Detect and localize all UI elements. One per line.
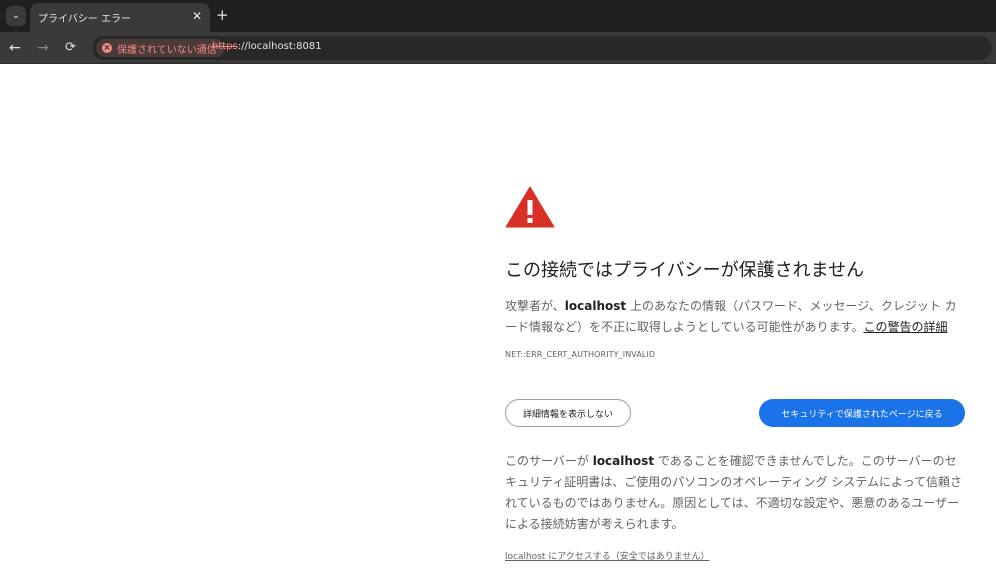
tab-strip: ⌄ プライバシー エラー ✕ +	[0, 0, 996, 32]
tab-title: プライバシー エラー	[38, 14, 131, 25]
tab-close-icon[interactable]: ✕	[192, 9, 202, 23]
back-to-safety-button[interactable]: セキュリティで保護されたページに戻る	[759, 399, 965, 427]
back-arrow-icon[interactable]: ←	[9, 39, 21, 57]
hide-details-button[interactable]: 詳細情報を表示しない	[505, 399, 631, 427]
learn-more-link[interactable]: この警告の詳細	[863, 320, 947, 334]
tab-active[interactable]: プライバシー エラー ✕	[30, 3, 210, 32]
url-text[interactable]: https://localhost:8081	[212, 41, 322, 52]
url-host: ://localhost:8081	[237, 41, 322, 52]
warning-triangle-icon	[505, 186, 555, 228]
new-tab-button[interactable]: +	[216, 6, 229, 24]
explanation-host: localhost	[564, 299, 627, 313]
explanation-text: 攻撃者が、localhost 上のあなたの情報（パスワード、メッセージ、クレジッ…	[505, 296, 965, 338]
details-text: このサーバーが localhost であることを確認できませんでした。このサーバ…	[505, 451, 965, 535]
page-heading: この接続ではプライバシーが保護されません	[505, 260, 865, 281]
security-chip[interactable]: × 保護されていない通信	[96, 39, 225, 57]
interstitial-content: この接続ではプライバシーが保護されません 攻撃者が、localhost 上のあな…	[505, 186, 965, 563]
security-chip-label: 保護されていない通信	[117, 44, 217, 56]
details-host: localhost	[592, 454, 655, 468]
proceed-unsafe-link[interactable]: localhost にアクセスする（安全ではありません）	[505, 549, 710, 562]
forward-arrow-icon[interactable]: →	[37, 39, 49, 57]
button-row: 詳細情報を表示しない セキュリティで保護されたページに戻る	[505, 399, 965, 427]
address-bar[interactable]: × 保護されていない通信 https://localhost:8081	[92, 36, 992, 60]
explanation-prefix: 攻撃者が、	[505, 299, 565, 313]
tab-search-chevron-icon[interactable]: ⌄	[6, 6, 26, 26]
details-prefix: このサーバーが	[505, 454, 593, 468]
error-code: NET::ERR_CERT_AUTHORITY_INVALID	[505, 350, 656, 359]
url-scheme: https	[212, 41, 238, 52]
insecure-warning-icon: ×	[102, 43, 112, 53]
browser-toolbar: ← → ⟳ × 保護されていない通信 https://localhost:808…	[0, 32, 996, 64]
reload-icon[interactable]: ⟳	[65, 39, 76, 57]
